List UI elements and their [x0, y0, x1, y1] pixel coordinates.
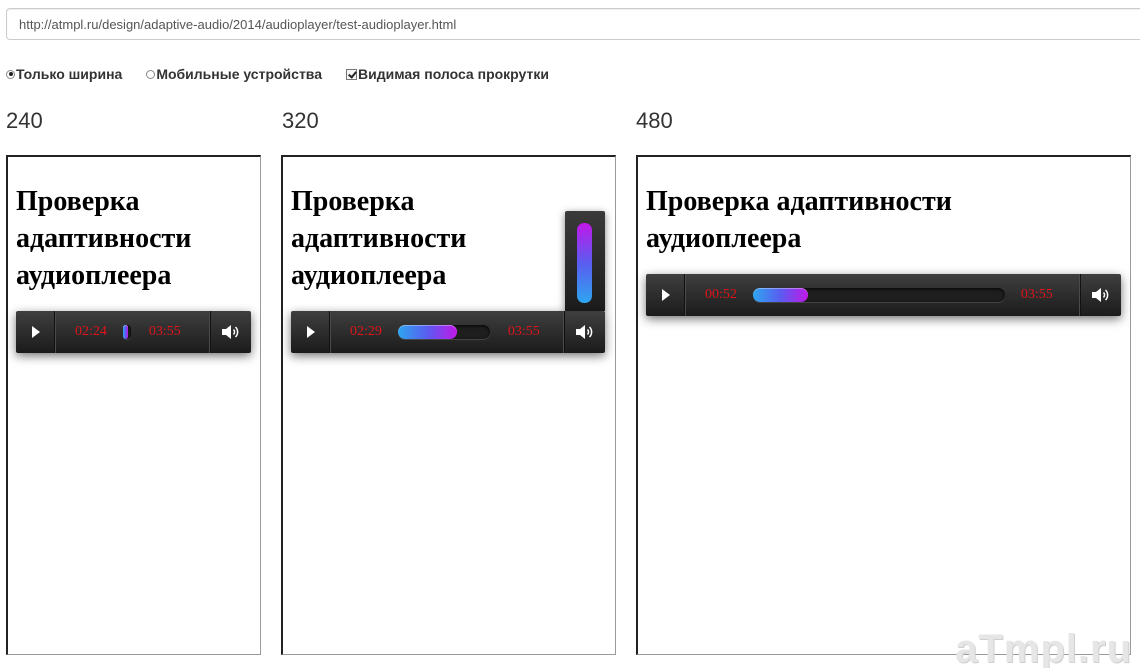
current-time: 02:24	[75, 324, 107, 339]
play-icon	[32, 326, 40, 338]
page-heading: Проверка адаптивности аудиоплеера	[646, 186, 952, 254]
progress-fill	[122, 325, 128, 339]
preview-frame-480[interactable]: Проверка адаптивности аудиоплеера 00:52 …	[636, 155, 1131, 655]
duration-time: 03:55	[148, 324, 181, 339]
volume-fill	[577, 223, 592, 303]
volume-button[interactable]	[1080, 274, 1121, 316]
option-visible-scrollbar[interactable]: Видимая полоса прокрутки	[346, 66, 549, 82]
mobile-devices-label: Мобильные устройства	[156, 66, 323, 82]
audio-player: 00:52 03:55	[646, 274, 1121, 316]
width-only-radio[interactable]	[6, 69, 15, 79]
preview-frame-240[interactable]: Проверка адаптивности аудиоплеера 02:24 …	[6, 155, 261, 655]
option-mobile-devices[interactable]: Мобильные устройства	[146, 66, 322, 82]
speaker-icon	[222, 325, 239, 339]
preview-frame-320[interactable]: Проверка адаптивности аудиоплеера 02:29 …	[281, 155, 616, 655]
audio-player: 02:24 03:55	[16, 311, 251, 353]
mobile-devices-radio[interactable]	[146, 69, 156, 79]
speaker-icon	[1092, 288, 1109, 302]
play-icon	[662, 289, 670, 301]
volume-slider[interactable]	[577, 223, 592, 303]
volume-popup	[565, 211, 605, 311]
audio-player: 02:29 03:55	[291, 311, 605, 353]
play-button[interactable]	[16, 311, 55, 353]
options-row: Только ширина Мобильные устройства Видим…	[6, 64, 549, 84]
watermark-logo: aTmpl.ru	[955, 627, 1132, 668]
progress-track[interactable]	[397, 325, 490, 339]
play-icon	[307, 326, 315, 338]
duration-time: 03:55	[507, 324, 540, 339]
play-button[interactable]	[646, 274, 685, 316]
progress-fill	[752, 288, 809, 302]
visible-scrollbar-checkbox[interactable]	[346, 68, 358, 80]
width-label-320: 320	[282, 108, 319, 133]
progress-track[interactable]	[122, 325, 131, 339]
volume-button[interactable]	[210, 311, 251, 353]
speaker-icon	[576, 325, 593, 339]
width-label-480: 480	[636, 108, 673, 133]
option-width-only[interactable]: Только ширина	[6, 66, 122, 82]
page-heading: Проверка адаптивности аудиоплеера	[291, 186, 467, 291]
progress-fill	[397, 325, 457, 339]
play-button[interactable]	[291, 311, 330, 353]
url-input[interactable]	[6, 8, 1140, 40]
current-time: 02:29	[350, 324, 382, 339]
width-label-240: 240	[6, 108, 43, 133]
duration-time: 03:55	[1020, 287, 1053, 302]
current-time: 00:52	[705, 287, 737, 302]
visible-scrollbar-label: Видимая полоса прокрутки	[358, 66, 549, 82]
page-heading: Проверка адаптивности аудиоплеера	[16, 186, 192, 291]
progress-track[interactable]	[752, 288, 1005, 302]
width-only-label: Только ширина	[16, 66, 123, 82]
volume-button[interactable]	[564, 311, 605, 353]
